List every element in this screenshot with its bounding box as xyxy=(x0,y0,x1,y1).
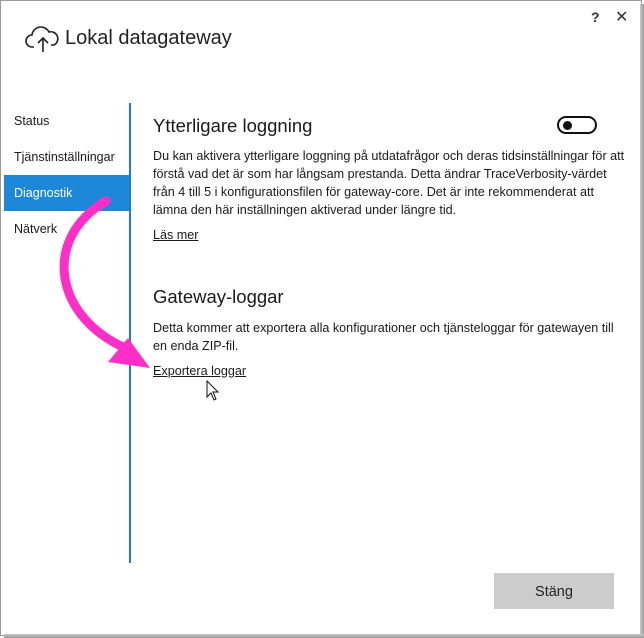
sidebar-item-status[interactable]: Status xyxy=(4,103,129,139)
additional-logging-heading: Ytterligare loggning xyxy=(153,115,313,136)
gateway-window: Lokal datagateway ? ✕ Status Tjänstinstä… xyxy=(0,0,642,636)
window-shadow-right xyxy=(640,4,644,638)
toggle-knob xyxy=(563,121,572,130)
cloud-upload-icon xyxy=(25,26,59,52)
gateway-logs-heading: Gateway-loggar xyxy=(153,286,284,307)
mouse-cursor-icon xyxy=(206,380,220,401)
sidebar-item-network[interactable]: Nätverk xyxy=(4,211,129,247)
sidebar-item-service-settings[interactable]: Tjänstinställningar xyxy=(4,139,129,175)
additional-logging-toggle[interactable] xyxy=(557,116,597,134)
sidebar-nav: Status Tjänstinställningar Diagnostik Nä… xyxy=(4,103,129,247)
close-window-button[interactable]: ✕ xyxy=(615,7,628,27)
window-title: Lokal datagateway xyxy=(65,27,232,49)
gateway-logs-description: Detta kommer att exportera alla konfigur… xyxy=(153,321,614,353)
close-button[interactable]: Stäng xyxy=(494,573,614,609)
help-button[interactable]: ? xyxy=(591,9,600,25)
additional-logging-description: Du kan aktivera ytterligare loggning på … xyxy=(153,149,625,217)
window-shadow-bottom xyxy=(4,634,644,638)
export-logs-link[interactable]: Exportera loggar xyxy=(153,364,246,378)
learn-more-link[interactable]: Läs mer xyxy=(153,228,199,242)
sidebar-item-diagnostics[interactable]: Diagnostik xyxy=(4,175,129,211)
sidebar-divider xyxy=(129,103,131,563)
